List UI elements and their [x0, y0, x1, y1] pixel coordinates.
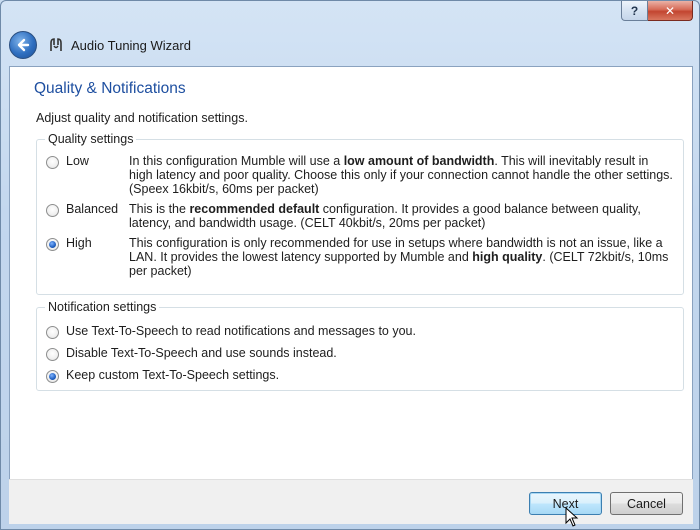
page-title: Quality & Notifications: [34, 80, 186, 97]
quality-option-low[interactable]: Low In this configuration Mumble will us…: [37, 154, 683, 198]
sounds-label: Disable Text-To-Speech and use sounds in…: [66, 346, 337, 360]
mumble-logo-icon: [47, 36, 65, 54]
quality-option-balanced[interactable]: Balanced This is the recommended default…: [37, 202, 683, 232]
mouse-cursor-icon: [565, 507, 579, 527]
low-description: In this configuration Mumble will use a …: [129, 154, 673, 196]
high-radio[interactable]: [46, 238, 59, 251]
balanced-label: Balanced: [66, 202, 119, 216]
notification-option-custom[interactable]: Keep custom Text-To-Speech settings.: [37, 368, 683, 384]
back-button[interactable]: [9, 31, 37, 59]
high-description: This configuration is only recommended f…: [129, 236, 669, 278]
title-bar: Audio Tuning Wizard: [9, 29, 191, 61]
page-subtitle: Adjust quality and notification settings…: [36, 111, 248, 125]
caption-buttons: ? ✕: [621, 1, 693, 21]
notification-option-sounds[interactable]: Disable Text-To-Speech and use sounds in…: [37, 346, 683, 362]
high-label: High: [66, 236, 92, 250]
quality-option-high[interactable]: High This configuration is only recommen…: [37, 236, 683, 280]
sounds-radio[interactable]: [46, 348, 59, 361]
button-bar: Next Cancel: [9, 479, 693, 524]
balanced-description: This is the recommended default configur…: [129, 202, 641, 230]
window-frame: ? ✕ Audio Tuning Wizard Quality & Notifi…: [0, 0, 700, 530]
cancel-button[interactable]: Cancel: [610, 492, 683, 515]
notification-settings-group: Notification settings Use Text-To-Speech…: [36, 300, 684, 391]
window-title: Audio Tuning Wizard: [71, 37, 191, 53]
back-arrow-icon: [17, 38, 30, 52]
notification-option-tts[interactable]: Use Text-To-Speech to read notifications…: [37, 324, 683, 340]
quality-group-label: Quality settings: [45, 132, 137, 146]
custom-radio[interactable]: [46, 370, 59, 383]
notification-group-label: Notification settings: [45, 300, 160, 314]
tts-radio[interactable]: [46, 326, 59, 339]
close-button[interactable]: ✕: [648, 1, 693, 21]
wizard-page: Quality & Notifications Adjust quality a…: [9, 66, 693, 524]
quality-settings-group: Quality settings Low In this configurati…: [36, 132, 684, 295]
low-radio[interactable]: [46, 156, 59, 169]
custom-label: Keep custom Text-To-Speech settings.: [66, 368, 280, 382]
low-label: Low: [66, 154, 89, 168]
tts-label: Use Text-To-Speech to read notifications…: [66, 324, 416, 338]
balanced-radio[interactable]: [46, 204, 59, 217]
help-button[interactable]: ?: [621, 1, 648, 21]
